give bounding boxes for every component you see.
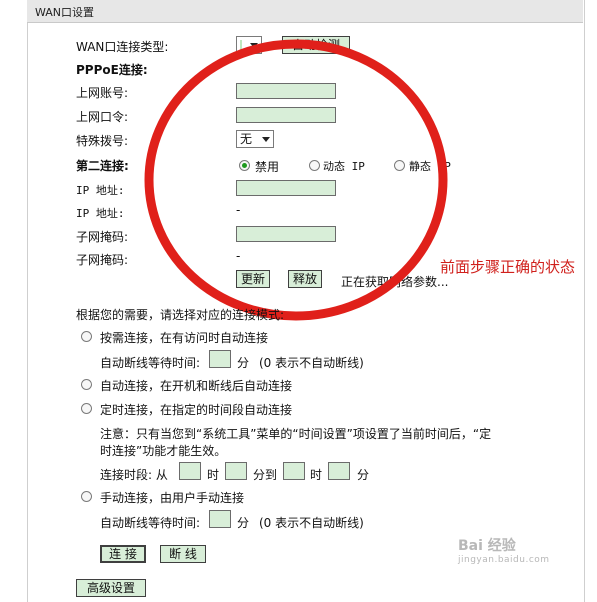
- red-circle-annotation: [144, 39, 448, 321]
- period-minute-label: 分: [357, 468, 370, 482]
- baidu-watermark: Bai 经验 jingyan.baidu.com: [458, 535, 550, 565]
- manual-idle-time-unit: 分: [237, 516, 250, 530]
- manual-idle-time-note: (0 表示不自动断线): [259, 516, 364, 530]
- manual-connect-label: 手动连接，由用户手动连接: [100, 491, 245, 505]
- period-start-minute-input[interactable]: [225, 462, 247, 480]
- period-hour2-label: 时: [310, 468, 323, 482]
- watermark-url: jingyan.baidu.com: [458, 555, 550, 565]
- period-label: 连接时段: 从: [100, 468, 168, 482]
- idle-time-note: (0 表示不自动断线): [259, 356, 364, 370]
- period-start-hour-input[interactable]: [179, 462, 201, 480]
- timed-note-line1: 注意：只有当您到“系统工具”菜单的“时间设置”项设置了当前时间后，“定: [100, 427, 492, 441]
- period-to-label: 分到: [253, 468, 278, 482]
- period-hour-label: 时: [207, 468, 220, 482]
- timed-note-line2: 时连接”功能才能生效。: [100, 444, 227, 458]
- idle-time-input[interactable]: [209, 350, 231, 368]
- period-end-hour-input[interactable]: [283, 462, 305, 480]
- on-demand-label: 按需连接，在有访问时自动连接: [100, 331, 269, 345]
- idle-time-label: 自动断线等待时间:: [100, 356, 201, 370]
- watermark-brand: Bai 经验: [458, 538, 516, 554]
- annotation-text: 前面步骤正确的状态: [440, 258, 576, 276]
- radio-on-demand[interactable]: [81, 331, 92, 342]
- modes-intro: 根据您的需要，请选择对应的连接模式:: [76, 308, 285, 322]
- timed-connect-label: 定时连接，在指定的时间段自动连接: [100, 403, 293, 417]
- annotation-ellipse: [144, 39, 448, 321]
- connect-button[interactable]: 连 接: [100, 545, 146, 563]
- radio-timed[interactable]: [81, 403, 92, 414]
- idle-time-unit: 分: [237, 356, 250, 370]
- manual-idle-time-label: 自动断线等待时间:: [100, 516, 201, 530]
- period-end-minute-input[interactable]: [328, 462, 350, 480]
- radio-manual[interactable]: [81, 491, 92, 502]
- advanced-settings-button[interactable]: 高级设置: [76, 579, 146, 597]
- radio-auto[interactable]: [81, 379, 92, 390]
- disconnect-button[interactable]: 断 线: [160, 545, 206, 563]
- auto-connect-label: 自动连接，在开机和断线后自动连接: [100, 379, 293, 393]
- manual-idle-time-input[interactable]: [209, 510, 231, 528]
